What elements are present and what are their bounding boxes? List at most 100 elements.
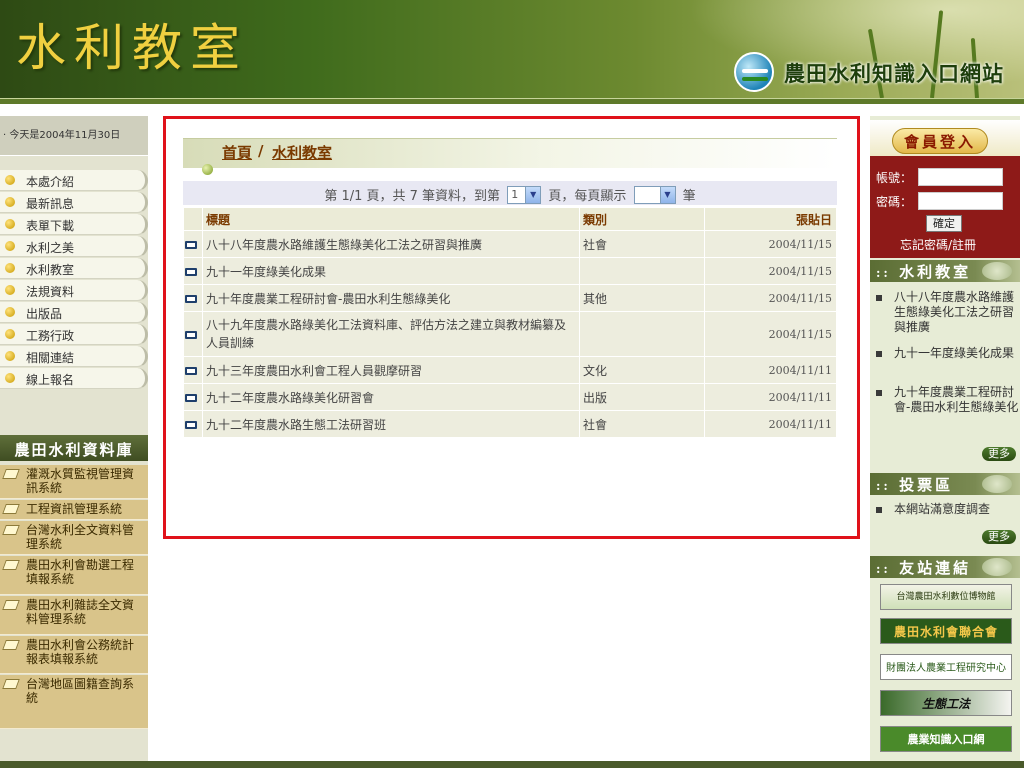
row-date: 2004/11/15 [705, 231, 836, 257]
database-item[interactable]: 台灣水利全文資料管理系統 [0, 521, 148, 555]
nav-item[interactable]: 相關連結 [0, 346, 148, 367]
pager-text: 頁，每頁顯示 [548, 189, 627, 204]
row-title[interactable]: 九十三年度農田水利會工程人員觀摩研習 [203, 357, 579, 383]
per-page-select[interactable]: ▼ [633, 185, 676, 204]
password-input[interactable] [918, 192, 1003, 210]
decoration-icon [982, 475, 1012, 493]
link-logo-agri-knowledge[interactable]: 農業知識入口網 [880, 726, 1012, 752]
account-input[interactable] [918, 168, 1003, 186]
link-logo-federation[interactable]: 農田水利會聯合會 [880, 618, 1012, 644]
links-section-title: 友站連結 [899, 559, 972, 577]
row-category: 社會 [580, 231, 704, 257]
row-title[interactable]: 八十八年度農水路維護生態綠美化工法之研習與推廣 [203, 231, 579, 257]
pager-text: 第 1/1 頁，共 7 筆資料，到第 [324, 189, 501, 204]
column-header-date: 張貼日 [705, 208, 836, 230]
row-title[interactable]: 九十二年度農水路綠美化研習會 [203, 384, 579, 410]
row-category: 出版 [580, 384, 704, 410]
breadcrumb-home-link[interactable]: 首頁 [222, 142, 252, 163]
page-select[interactable]: 1 ▼ [507, 185, 542, 204]
nav-item[interactable]: 工務行政 [0, 324, 148, 345]
section-prefix-text: :: [876, 562, 891, 576]
breadcrumb-current-link[interactable]: 水利教室 [272, 142, 332, 163]
classroom-item[interactable]: 八十八年度農水路維護生態綠美化工法之研習與推廣 [870, 290, 1020, 335]
links-section-header: :: 友站連結 [870, 556, 1020, 578]
portal-logo-icon [734, 52, 774, 92]
database-item[interactable]: 工程資訊管理系統 [0, 500, 148, 520]
row-date: 2004/11/15 [705, 312, 836, 356]
nav-item[interactable]: 出版品 [0, 302, 148, 323]
nav-item[interactable]: 表單下載 [0, 214, 148, 235]
row-icon-cell [184, 231, 202, 257]
login-submit-button[interactable]: 確定 [926, 215, 962, 232]
row-icon-cell [184, 285, 202, 311]
row-date: 2004/11/15 [705, 285, 836, 311]
table-row[interactable]: 九十二年度農水路綠美化研習會 出版 2004/11/11 [184, 384, 836, 410]
nav-item-label: 最新訊息 [26, 197, 75, 211]
nav-item[interactable]: 法規資料 [0, 280, 148, 301]
nav-item[interactable]: 水利之美 [0, 236, 148, 257]
bullet-icon [202, 164, 213, 175]
decoration-icon [982, 262, 1012, 280]
row-category [580, 258, 704, 284]
link-logo-eco-engineering[interactable]: 生態工法 [880, 690, 1012, 716]
database-item[interactable]: 農田水利雜誌全文資料管理系統 [0, 596, 148, 635]
bullet-icon [5, 175, 15, 185]
bullet-icon [876, 295, 882, 301]
row-date: 2004/11/11 [705, 384, 836, 410]
row-title[interactable]: 八十九年度農水路綠美化工法資料庫、評估方法之建立與教材編纂及人員訓練 [203, 312, 579, 356]
link-logo-digital-museum[interactable]: 台灣農田水利數位博物館 [880, 584, 1012, 610]
icon-column-header [184, 208, 202, 230]
nav-item[interactable]: 水利教室 [0, 258, 148, 279]
row-title[interactable]: 九十一年度綠美化成果 [203, 258, 579, 284]
table-row[interactable]: 九十年度農業工程研討會-農田水利生態綠美化 其他 2004/11/15 [184, 285, 836, 311]
database-item[interactable]: 農田水利會勘選工程填報系統 [0, 556, 148, 595]
nav-item[interactable]: 最新訊息 [0, 192, 148, 213]
database-item[interactable]: 農田水利會公務統計報表填報系統 [0, 636, 148, 674]
classroom-section-header: :: 水利教室 [870, 260, 1020, 282]
nav-item-label: 工務行政 [26, 329, 75, 343]
vote-item[interactable]: 本網站滿意度調查 [870, 502, 1020, 517]
table-row[interactable]: 九十一年度綠美化成果 2004/11/15 [184, 258, 836, 284]
portal-title[interactable]: 農田水利知識入口網站 [784, 58, 1004, 88]
row-title[interactable]: 九十年度農業工程研討會-農田水利生態綠美化 [203, 285, 579, 311]
nav-item-label: 水利之美 [26, 241, 75, 255]
classroom-section-title: 水利教室 [899, 263, 972, 281]
database-item[interactable]: 台灣地區圖籍查詢系統 [0, 675, 148, 729]
chevron-down-icon: ▼ [659, 186, 675, 203]
classroom-item-label: 八十八年度農水路維護生態綠美化工法之研習與推廣 [894, 290, 1015, 334]
table-row[interactable]: 九十二年度農水路生態工法研習班 社會 2004/11/11 [184, 411, 836, 437]
decoration-icon [982, 558, 1012, 576]
nav-item[interactable]: 本處介紹 [0, 170, 148, 191]
database-item[interactable]: 灌溉水質監視管理資訊系統 [0, 465, 148, 499]
table-row[interactable]: 八十八年度農水路維護生態綠美化工法之研習與推廣 社會 2004/11/15 [184, 231, 836, 257]
classroom-item[interactable]: 九十一年度綠美化成果 [870, 346, 1020, 361]
table-row[interactable]: 九十三年度農田水利會工程人員觀摩研習 文化 2004/11/11 [184, 357, 836, 383]
vote-more-button[interactable]: 更多 [982, 530, 1016, 544]
row-category: 文化 [580, 357, 704, 383]
classroom-item-label: 九十年度農業工程研討會-農田水利生態綠美化 [894, 385, 1019, 414]
bullet-icon [5, 373, 15, 383]
account-label: 帳號： [876, 171, 913, 185]
bullet-icon [5, 307, 15, 317]
vote-item-label: 本網站滿意度調查 [894, 502, 991, 516]
row-icon-cell [184, 312, 202, 356]
database-item-label: 台灣水利全文資料管理系統 [26, 523, 135, 551]
bullet-icon [5, 263, 15, 273]
link-logo-engineering-center[interactable]: 財團法人農業工程研究中心 [880, 654, 1012, 680]
nav-item-label: 表單下載 [26, 219, 75, 233]
row-title[interactable]: 九十二年度農水路生態工法研習班 [203, 411, 579, 437]
bullet-icon [5, 351, 15, 361]
table-row[interactable]: 八十九年度農水路綠美化工法資料庫、評估方法之建立與教材編纂及人員訓練 2004/… [184, 312, 836, 356]
classroom-more-button[interactable]: 更多 [982, 447, 1016, 461]
forgot-password-link[interactable]: 忘記密碼/註冊 [900, 236, 976, 253]
row-category [580, 312, 704, 356]
pagination-bar: 第 1/1 頁，共 7 筆資料，到第 1 ▼ 頁，每頁顯示 ▼ 筆 [183, 181, 837, 205]
nav-item[interactable]: 線上報名 [0, 368, 148, 389]
classroom-item[interactable]: 九十年度農業工程研討會-農田水利生態綠美化 [870, 385, 1020, 415]
section-prefix-text: :: [876, 266, 891, 280]
bullet-icon [876, 390, 882, 396]
database-item-label: 農田水利會勘選工程填報系統 [26, 558, 135, 586]
page-title: 水利教室 [16, 19, 248, 77]
row-date: 2004/11/15 [705, 258, 836, 284]
database-title: 農田水利資料庫 [0, 435, 148, 461]
